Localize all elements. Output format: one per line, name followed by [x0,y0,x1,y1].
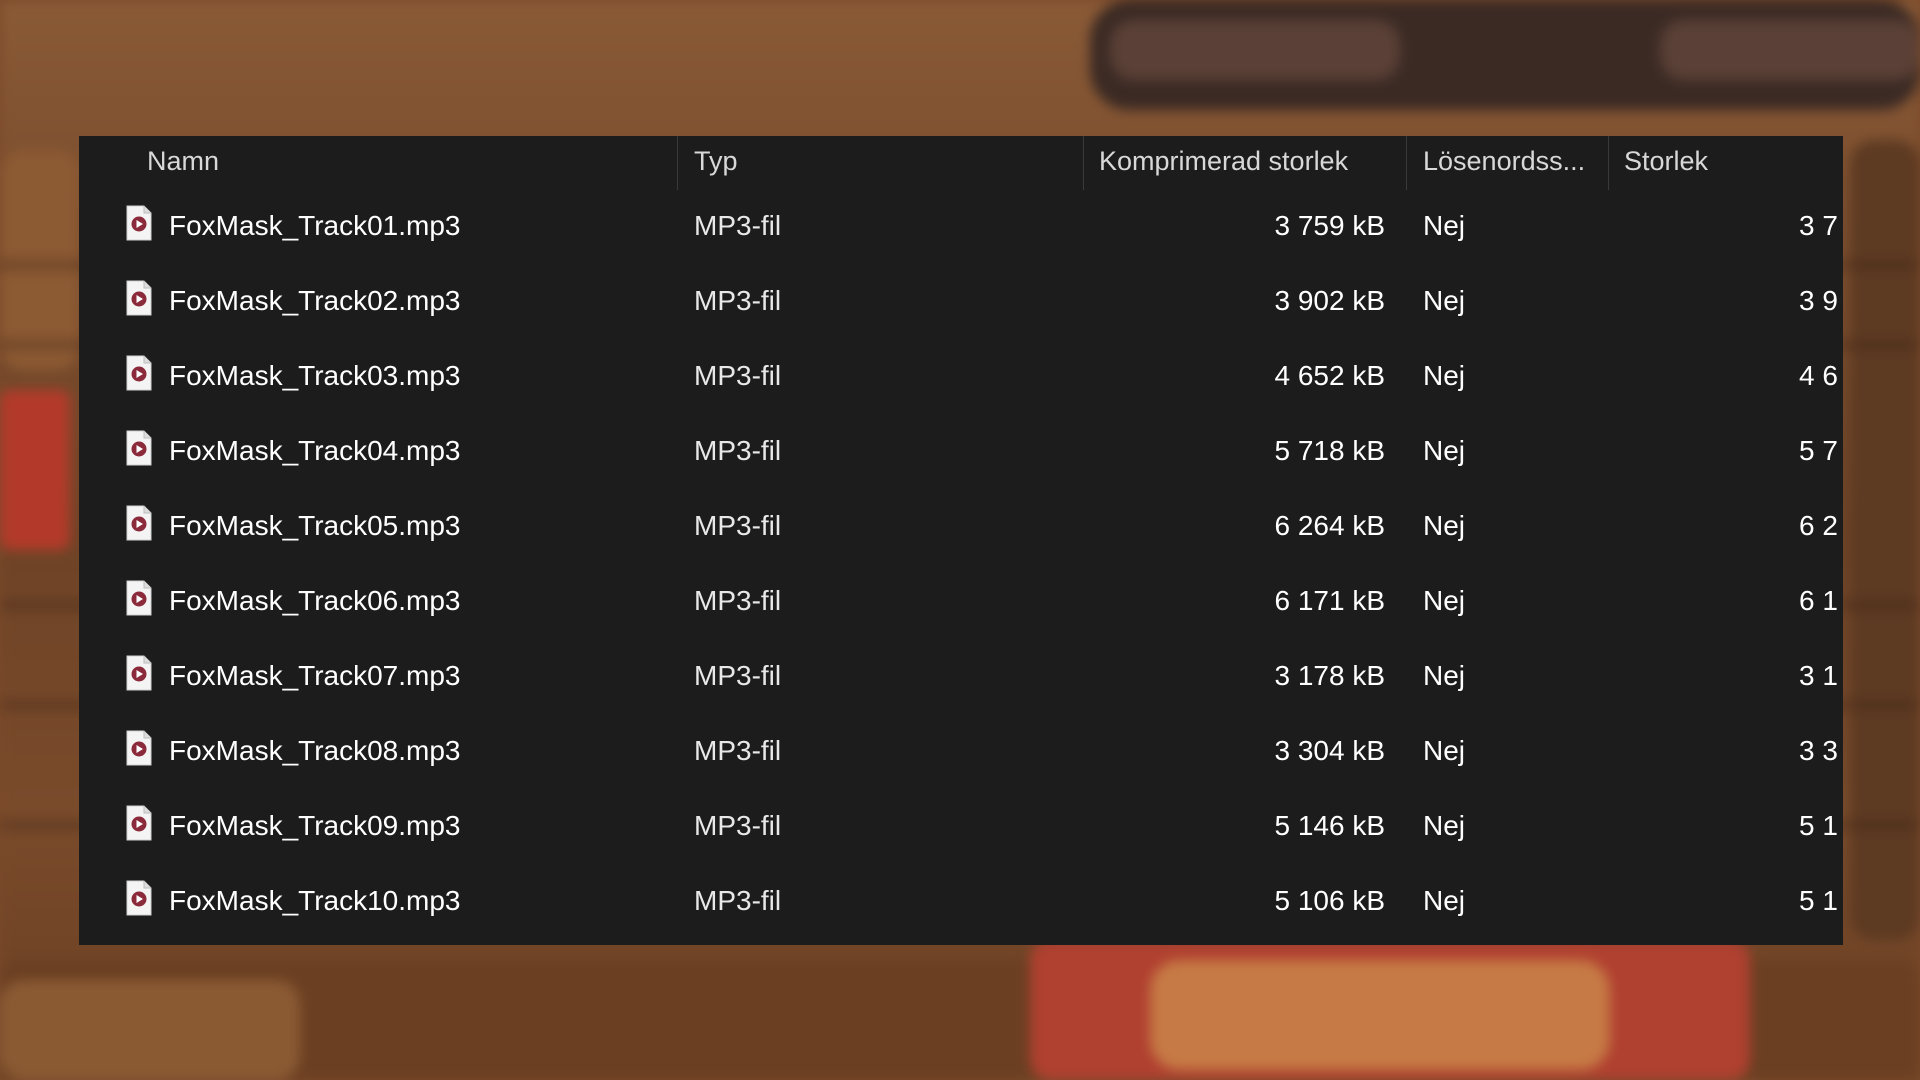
compressed-size: 3 304 kB [1274,735,1385,766]
audio-file-icon [125,805,153,841]
file-size: 5 7 [1799,435,1838,466]
compressed-size: 3 759 kB [1274,210,1385,241]
column-divider[interactable] [1608,136,1609,190]
file-type: MP3-fil [694,285,782,316]
password-protected: Nej [1423,885,1466,916]
file-size: 5 1 [1799,885,1838,916]
file-row[interactable]: FoxMask_Track06.mp3 MP3-fil 6 171 kB Nej… [79,563,1843,638]
file-row[interactable]: FoxMask_Track09.mp3 MP3-fil 5 146 kB Nej… [79,788,1843,863]
compressed-size: 4 652 kB [1274,360,1385,391]
file-size: 3 1 [1799,660,1838,691]
password-protected: Nej [1423,360,1466,391]
file-size: 6 1 [1799,585,1838,616]
file-type: MP3-fil [694,885,782,916]
audio-file-icon [125,355,153,391]
column-header-name[interactable]: Namn [147,136,607,186]
audio-file-icon [125,430,153,466]
file-name: FoxMask_Track07.mp3 [169,660,461,691]
audio-file-icon [125,730,153,766]
audio-file-icon [125,280,153,316]
audio-file-icon [125,880,153,916]
column-header-type[interactable]: Typ [694,136,1074,186]
file-row[interactable]: FoxMask_Track08.mp3 MP3-fil 3 304 kB Nej… [79,713,1843,788]
file-size: 3 3 [1799,735,1838,766]
column-divider[interactable] [1406,136,1407,190]
column-header-size[interactable]: Storlek [1624,136,1843,186]
file-row[interactable]: FoxMask_Track01.mp3 MP3-fil 3 759 kB Nej… [79,188,1843,263]
password-protected: Nej [1423,510,1466,541]
file-size: 3 7 [1799,210,1838,241]
file-type: MP3-fil [694,810,782,841]
file-size: 4 6 [1799,360,1838,391]
compressed-size: 5 718 kB [1274,435,1385,466]
compressed-size: 5 106 kB [1274,885,1385,916]
password-protected: Nej [1423,210,1466,241]
compressed-size: 6 264 kB [1274,510,1385,541]
file-type: MP3-fil [694,735,782,766]
audio-file-icon [125,580,153,616]
column-header-password[interactable]: Lösenordss... [1423,136,1613,186]
file-name: FoxMask_Track05.mp3 [169,510,461,541]
password-protected: Nej [1423,735,1466,766]
audio-file-icon [125,655,153,691]
file-type: MP3-fil [694,435,782,466]
file-size: 5 1 [1799,810,1838,841]
compressed-size: 5 146 kB [1274,810,1385,841]
file-list: FoxMask_Track01.mp3 MP3-fil 3 759 kB Nej… [79,188,1843,938]
password-protected: Nej [1423,435,1466,466]
file-type: MP3-fil [694,660,782,691]
column-divider[interactable] [677,136,678,190]
password-protected: Nej [1423,585,1466,616]
file-type: MP3-fil [694,360,782,391]
file-name: FoxMask_Track09.mp3 [169,810,461,841]
file-name: FoxMask_Track08.mp3 [169,735,461,766]
compressed-size: 3 178 kB [1274,660,1385,691]
file-name: FoxMask_Track06.mp3 [169,585,461,616]
password-protected: Nej [1423,660,1466,691]
file-type: MP3-fil [694,585,782,616]
column-header-row: Namn Typ Komprimerad storlek Lösenordss.… [79,136,1843,190]
file-row[interactable]: FoxMask_Track10.mp3 MP3-fil 5 106 kB Nej… [79,863,1843,938]
file-type: MP3-fil [694,210,782,241]
audio-file-icon [125,205,153,241]
file-name: FoxMask_Track10.mp3 [169,885,461,916]
file-name: FoxMask_Track02.mp3 [169,285,461,316]
column-divider[interactable] [1083,136,1084,190]
audio-file-icon [125,505,153,541]
file-size: 3 9 [1799,285,1838,316]
file-size: 6 2 [1799,510,1838,541]
file-name: FoxMask_Track03.mp3 [169,360,461,391]
file-type: MP3-fil [694,510,782,541]
column-header-compressed-size[interactable]: Komprimerad storlek [1099,136,1399,186]
file-row[interactable]: FoxMask_Track05.mp3 MP3-fil 6 264 kB Nej… [79,488,1843,563]
file-list-panel: Namn Typ Komprimerad storlek Lösenordss.… [79,136,1843,945]
file-row[interactable]: FoxMask_Track07.mp3 MP3-fil 3 178 kB Nej… [79,638,1843,713]
file-row[interactable]: FoxMask_Track03.mp3 MP3-fil 4 652 kB Nej… [79,338,1843,413]
file-name: FoxMask_Track04.mp3 [169,435,461,466]
password-protected: Nej [1423,810,1466,841]
file-name: FoxMask_Track01.mp3 [169,210,461,241]
compressed-size: 3 902 kB [1274,285,1385,316]
password-protected: Nej [1423,285,1466,316]
file-row[interactable]: FoxMask_Track02.mp3 MP3-fil 3 902 kB Nej… [79,263,1843,338]
compressed-size: 6 171 kB [1274,585,1385,616]
file-row[interactable]: FoxMask_Track04.mp3 MP3-fil 5 718 kB Nej… [79,413,1843,488]
